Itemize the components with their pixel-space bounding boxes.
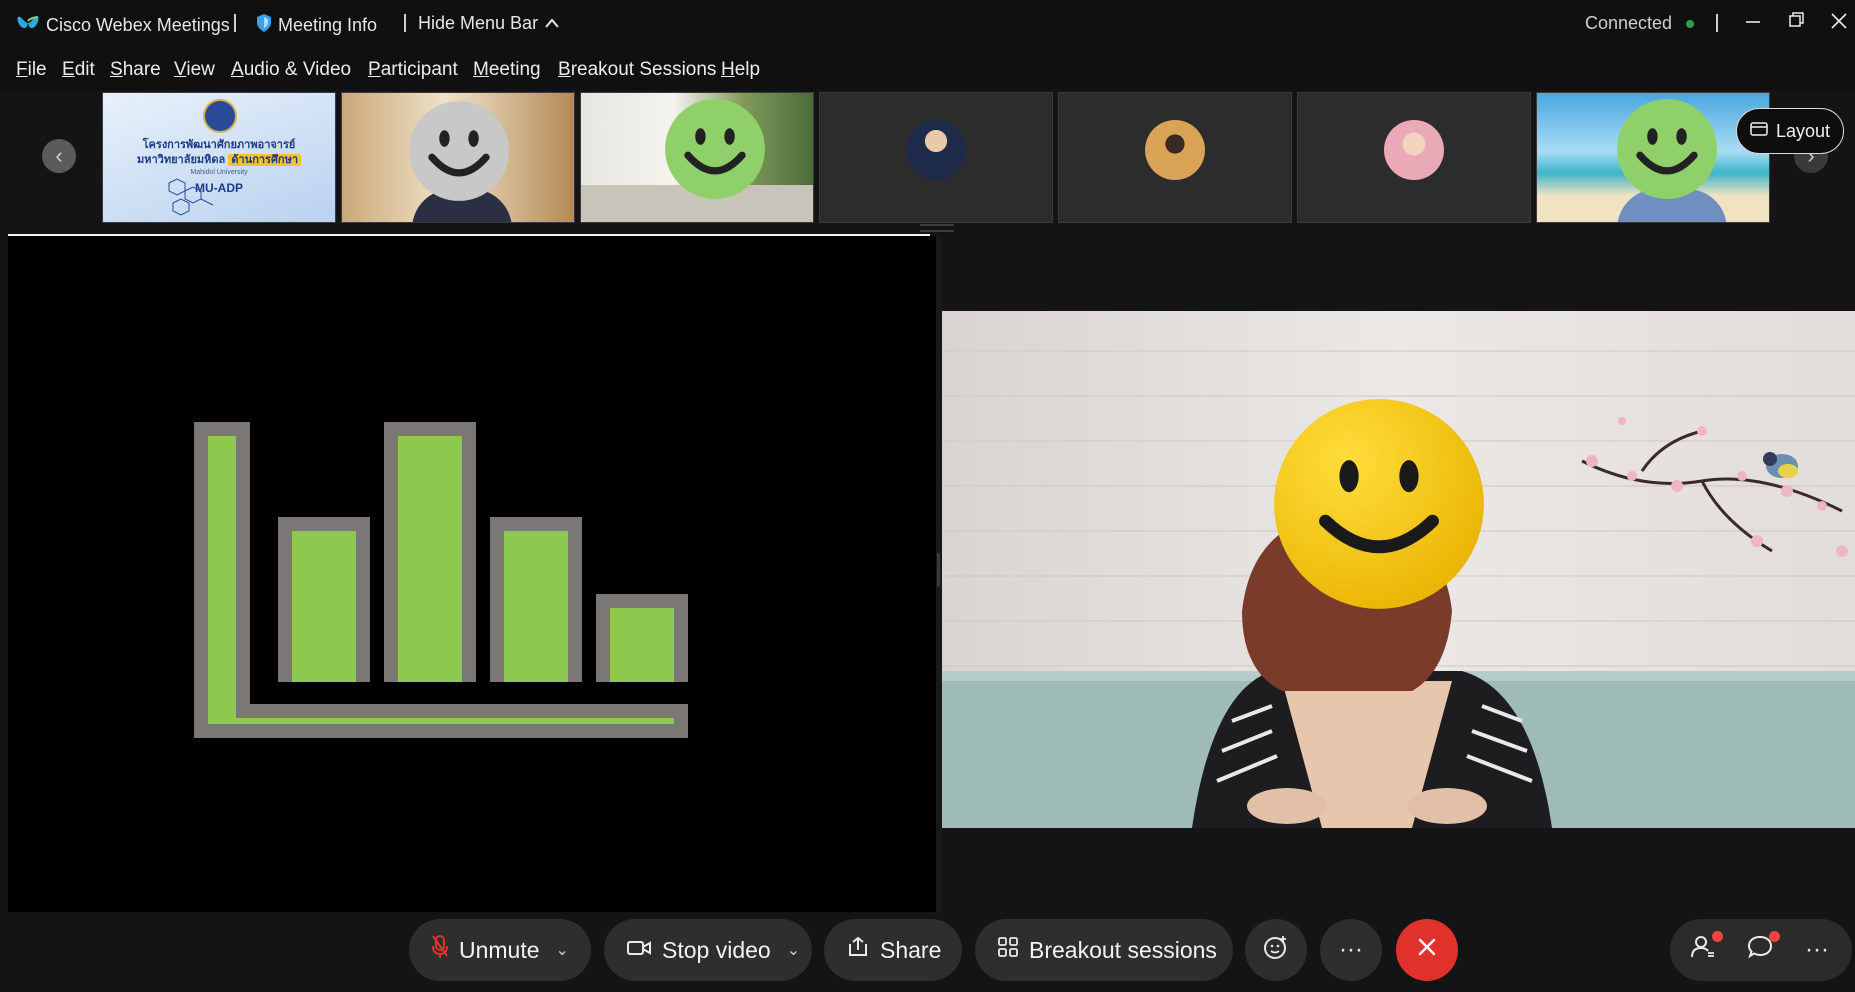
shared-content-panel [8, 236, 936, 912]
meeting-info-button[interactable]: Meeting Info [256, 13, 377, 38]
face-cover-smiley-icon [1615, 97, 1719, 201]
chat-panel-button[interactable] [1729, 919, 1791, 981]
filmstrip-resize-handle[interactable] [920, 224, 954, 232]
slide-highlight: ด้านการศึกษา [228, 154, 302, 166]
app-title: Cisco Webex Meetings [16, 13, 230, 38]
menu-help[interactable]: Help [721, 59, 760, 81]
reaction-icon [1263, 934, 1289, 967]
menu-participant[interactable]: Participant [368, 59, 458, 81]
unmute-label: Unmute [459, 936, 540, 963]
more-options-button[interactable]: ··· [1320, 919, 1382, 981]
splitter-grip[interactable] [937, 553, 940, 587]
status-dot [1686, 19, 1695, 28]
share-label: Share [880, 936, 942, 963]
video-camera-icon [626, 937, 652, 964]
menu-file[interactable]: File [16, 59, 47, 81]
close-icon[interactable] [1830, 10, 1848, 36]
molecule-graphic [168, 178, 214, 216]
connection-status-label: Connected [1585, 13, 1673, 33]
participants-panel-button[interactable] [1672, 919, 1734, 981]
video-tile-participant-7[interactable] [1536, 92, 1770, 223]
mic-muted-icon [431, 934, 449, 966]
shield-icon [256, 13, 272, 38]
participant-filmstrip: ‹ โครงการพัฒนาศักยภาพอาจารย์ มหาวิทยาลัย… [8, 90, 1855, 228]
share-icon [846, 936, 870, 964]
video-tile-participant-5[interactable] [1058, 92, 1292, 223]
hide-menu-bar-button[interactable]: Hide Menu Bar [418, 13, 560, 34]
face-cover-smiley-icon [1272, 397, 1486, 611]
minimize-icon[interactable] [1744, 10, 1762, 36]
app-name: Cisco Webex Meetings [46, 15, 230, 35]
title-separator [404, 14, 406, 32]
video-tile-participant-6[interactable] [1297, 92, 1531, 223]
breakout-label: Breakout sessions [1029, 936, 1217, 963]
slide-title-line2-wrap: มหาวิทยาลัยมหิดล ด้านการศึกษา [103, 150, 335, 168]
chevron-down-icon[interactable]: ⌄ [787, 940, 800, 960]
layout-button[interactable]: Layout [1736, 108, 1844, 154]
slide-title-line2: มหาวิทยาลัยมหิดล [136, 154, 226, 166]
title-separator [1716, 14, 1718, 32]
breakout-sessions-button[interactable]: Breakout sessions [975, 919, 1233, 981]
menu-bar: File Edit Share View Audio & Video Parti… [0, 50, 1855, 90]
chevron-down-icon[interactable]: ⌄ [556, 940, 569, 960]
shared-bar-chart-graphic [194, 422, 688, 738]
title-bar: Cisco Webex Meetings Meeting Info Hide M… [0, 0, 1855, 50]
end-call-icon [1417, 936, 1437, 964]
panels-more-button[interactable]: ··· [1786, 919, 1848, 981]
more-icon: ··· [1339, 936, 1363, 963]
notification-badge [1769, 931, 1780, 942]
reactions-button[interactable] [1245, 919, 1307, 981]
title-separator [234, 14, 236, 32]
restore-icon[interactable] [1788, 10, 1806, 36]
video-tile-slide[interactable]: โครงการพัฒนาศักยภาพอาจารย์ มหาวิทยาลัยมห… [102, 92, 336, 223]
menu-edit[interactable]: Edit [62, 59, 95, 81]
chevron-left-icon: ‹ [55, 143, 63, 168]
video-tile-participant-4[interactable] [819, 92, 1053, 223]
breakout-icon [997, 936, 1019, 964]
menu-breakout-sessions[interactable]: Breakout Sessions [558, 59, 716, 81]
layout-label: Layout [1775, 120, 1831, 141]
menu-share[interactable]: Share [110, 59, 161, 81]
menu-view[interactable]: View [174, 59, 215, 81]
avatar [906, 119, 966, 180]
filmstrip-prev-button[interactable]: ‹ [42, 139, 76, 173]
more-icon: ··· [1805, 936, 1829, 963]
meeting-info-label: Meeting Info [278, 15, 378, 35]
menu-meeting[interactable]: Meeting [473, 59, 541, 81]
connection-status: Connected [1585, 13, 1695, 34]
active-speaker-video[interactable] [942, 311, 1855, 828]
stop-video-label: Stop video [662, 936, 771, 963]
share-button[interactable]: Share [824, 919, 962, 981]
webex-logo-icon [16, 13, 40, 38]
avatar [1384, 119, 1444, 180]
video-tile-participant-2[interactable] [341, 92, 575, 223]
end-meeting-button[interactable] [1396, 919, 1458, 981]
video-tile-participant-3[interactable] [580, 92, 814, 223]
layout-icon [1750, 121, 1768, 142]
face-cover-smiley-icon [407, 99, 511, 203]
university-seal-icon [203, 99, 237, 133]
notification-badge [1712, 931, 1723, 942]
stop-video-button[interactable]: Stop video ⌄ [604, 919, 812, 981]
unmute-button[interactable]: Unmute ⌄ [409, 919, 591, 981]
menu-audio-video[interactable]: Audio & Video [231, 59, 351, 81]
face-cover-smiley-icon [663, 97, 767, 201]
hide-menu-bar-label: Hide Menu Bar [418, 13, 539, 33]
avatar [1145, 119, 1205, 180]
chevron-up-icon [544, 13, 560, 34]
